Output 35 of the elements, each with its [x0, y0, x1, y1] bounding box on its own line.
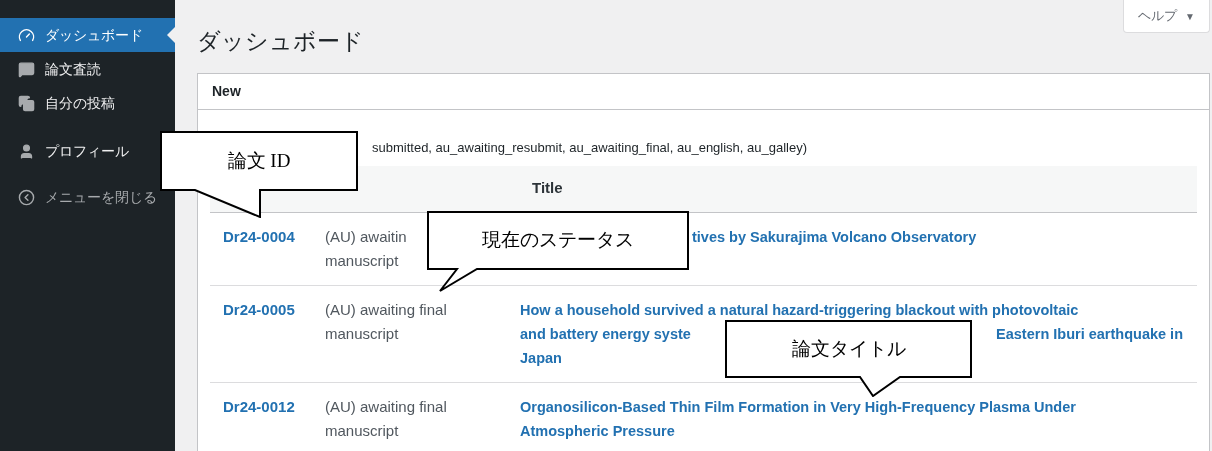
paper-title-link[interactable]: tives by Sakurajima Volcano Observatory — [692, 224, 977, 249]
sidebar-item[interactable]: プロフィール — [0, 134, 133, 168]
paper-title-link[interactable]: How a household survived a natural hazard-triggering blackout with photovoltaic — [520, 297, 1079, 322]
status-text: (AU) awaitin — [325, 226, 407, 247]
help-button[interactable]: ヘルプ ▼ — [1123, 0, 1210, 33]
paper-title-link[interactable]: Organosilicon-Based Thin Film Formation in Very High-Frequency Plasma Under — [520, 394, 1076, 419]
sidebar-item[interactable]: 論文査読 — [0, 52, 105, 86]
status-text: (AU) awaiting final — [325, 299, 447, 320]
paper-id-link[interactable]: Dr24-0012 — [223, 397, 295, 415]
callout-text: 論文タイトル — [791, 336, 906, 361]
speech-bubble-icon — [18, 60, 35, 78]
callout-text: 論文 ID — [227, 148, 291, 173]
sidebar-item[interactable]: 自分の投稿 — [0, 86, 119, 120]
column-header: Title — [532, 178, 563, 199]
sidebar-item[interactable]: ダッシュボード — [0, 18, 175, 52]
paper-id-link[interactable]: Dr24-0004 — [223, 227, 295, 245]
status-text: manuscript — [325, 420, 399, 441]
current-item-arrow — [167, 27, 175, 43]
paper-title-link[interactable]: and battery energy syste — [520, 321, 691, 346]
person-icon — [18, 142, 35, 160]
callout-text: 現在のステータス — [482, 228, 634, 253]
status-text: manuscript — [325, 250, 399, 271]
panel-title: New — [212, 81, 241, 101]
paper-title-link[interactable]: Eastern Iburi earthquake in — [996, 321, 1183, 346]
status-text: manuscript — [325, 323, 399, 344]
paper-id-link[interactable]: Dr24-0005 — [223, 300, 295, 318]
collapse-menu-button[interactable]: メニューを閉じる — [0, 180, 161, 214]
paper-title-link[interactable]: Japan — [520, 345, 562, 370]
gauge-icon — [18, 26, 35, 44]
status-filter-note: submitted, au_awaiting_resubmit, au_awaiting_final, au_english, au_galley) — [372, 139, 808, 157]
status-text: (AU) awaiting final — [325, 396, 447, 417]
page-title: ダッシュボード — [197, 27, 364, 56]
pages-icon — [18, 94, 35, 112]
paper-title-link[interactable]: Atmospheric Pressure — [520, 418, 675, 443]
arrow-left-circle-icon — [18, 188, 35, 206]
